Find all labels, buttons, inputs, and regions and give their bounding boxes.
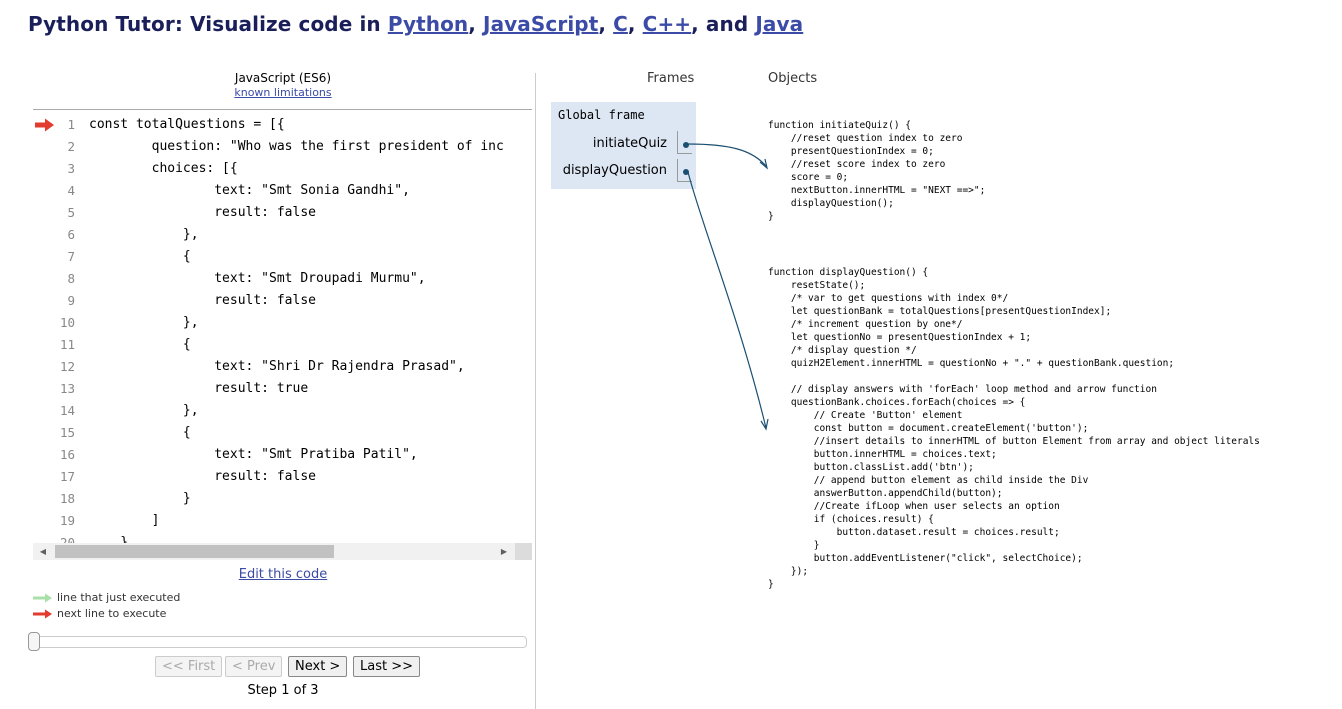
pointer-arrows [687, 143, 769, 431]
pointer-arrow-displayquestion [687, 171, 767, 429]
pointer-arrow-initiatequiz [687, 143, 767, 167]
